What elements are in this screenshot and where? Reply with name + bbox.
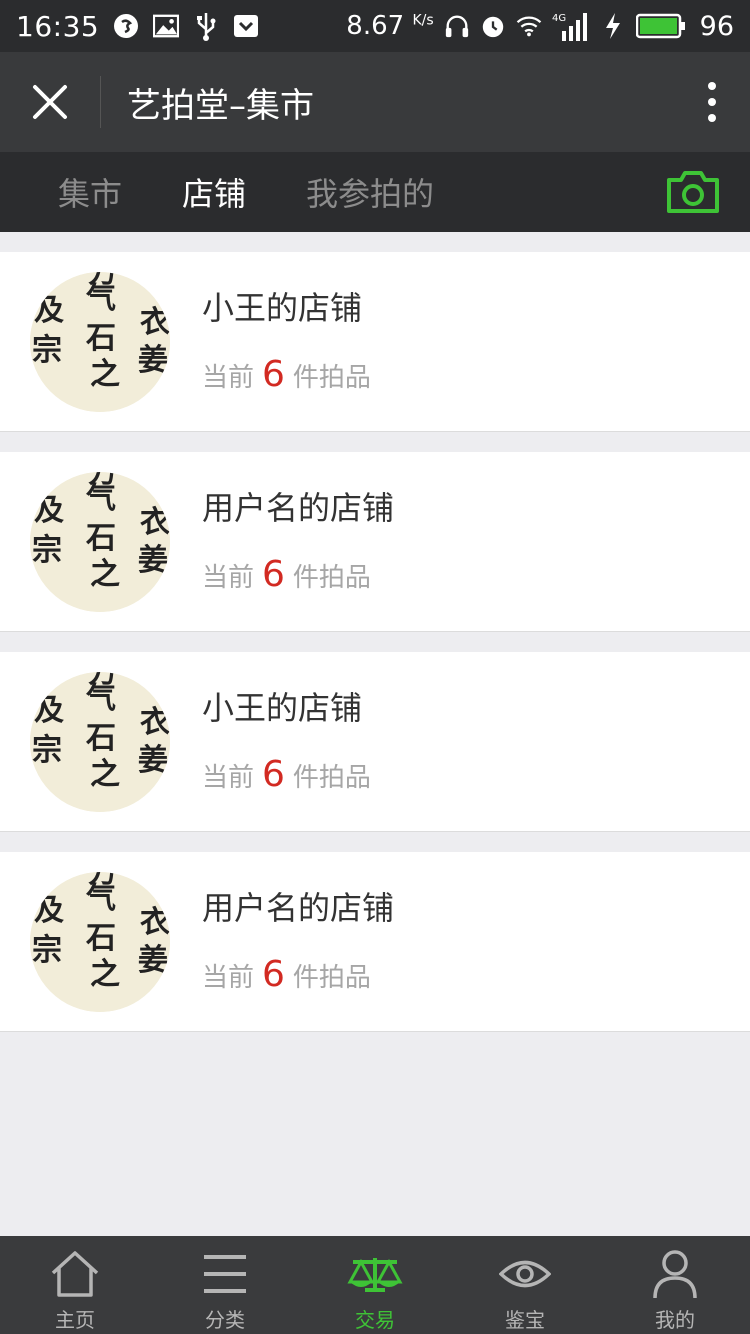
signal-icon: 4G xyxy=(552,13,590,41)
svg-text:4G: 4G xyxy=(552,13,566,24)
nav-trade[interactable]: 交易 xyxy=(300,1236,450,1334)
network-speed: 8.67 K/s xyxy=(346,11,434,41)
shop-item[interactable]: 及宗气石之衣姜方 小王的店铺 当前 6 件拍品 xyxy=(0,252,750,432)
svg-text:及: 及 xyxy=(34,293,64,328)
svg-text:之: 之 xyxy=(90,557,120,592)
nav-category[interactable]: 分类 xyxy=(150,1236,300,1334)
svg-text:宗: 宗 xyxy=(32,533,62,568)
nav-home[interactable]: 主页 xyxy=(0,1236,150,1334)
shop-item[interactable]: 及宗气石之衣姜方 小王的店铺 当前 6 件拍品 xyxy=(0,652,750,832)
page-title: 艺拍堂–集市 xyxy=(127,85,314,126)
tab-market[interactable]: 集市 xyxy=(58,169,122,215)
svg-text:及: 及 xyxy=(34,693,64,728)
status-bar: 16:35 8.67 K/s 4G 96 xyxy=(0,0,750,52)
shop-avatar: 及宗气石之衣姜方 xyxy=(30,271,170,412)
more-vertical-icon xyxy=(708,82,716,122)
shop-list: 及宗气石之衣姜方 小王的店铺 当前 6 件拍品 及宗气石之衣姜方 用户名的店铺 当前… xyxy=(0,252,750,1052)
svg-text:姜: 姜 xyxy=(138,343,168,378)
svg-text:方: 方 xyxy=(88,672,118,690)
close-button[interactable] xyxy=(0,52,100,152)
status-time: 16:35 xyxy=(16,9,100,43)
title-bar: 艺拍堂–集市 xyxy=(0,52,750,152)
svg-text:之: 之 xyxy=(90,757,120,792)
shop-item[interactable]: 及宗气石之衣姜方 用户名的店铺 当前 6 件拍品 xyxy=(0,452,750,632)
svg-text:石: 石 xyxy=(85,321,116,356)
svg-text:衣: 衣 xyxy=(140,305,170,340)
user-icon xyxy=(647,1246,703,1302)
svg-text:之: 之 xyxy=(90,957,120,992)
shop-avatar: 及宗气石之衣姜方 xyxy=(30,871,170,1012)
battery-icon xyxy=(635,13,686,39)
svg-text:宗: 宗 xyxy=(32,933,62,968)
pocket-icon xyxy=(233,13,259,39)
tab-bar: 集市 店铺 我参拍的 xyxy=(0,152,750,232)
shop-name: 用户名的店铺 xyxy=(202,489,395,527)
svg-text:方: 方 xyxy=(88,872,118,890)
headphones-icon xyxy=(444,13,470,39)
home-icon xyxy=(47,1246,103,1302)
svg-text:及: 及 xyxy=(34,893,64,928)
eye-icon xyxy=(497,1246,553,1302)
shop-name: 小王的店铺 xyxy=(202,689,363,727)
svg-text:衣: 衣 xyxy=(140,905,170,940)
svg-text:姜: 姜 xyxy=(138,743,168,778)
svg-text:方: 方 xyxy=(88,272,118,290)
camera-icon xyxy=(667,171,719,213)
svg-text:姜: 姜 xyxy=(138,943,168,978)
svg-text:衣: 衣 xyxy=(140,705,170,740)
svg-text:之: 之 xyxy=(90,357,120,392)
app-notification-icon xyxy=(113,13,139,39)
wifi-icon xyxy=(516,13,542,39)
shop-item-count: 当前 6 件拍品 xyxy=(202,554,371,595)
camera-button[interactable] xyxy=(664,169,722,215)
bottom-nav: 主页 分类 交易 鉴宝 我的 xyxy=(0,1236,750,1334)
shop-avatar: 及宗气石之衣姜方 xyxy=(30,671,170,812)
svg-text:石: 石 xyxy=(85,521,116,556)
svg-text:宗: 宗 xyxy=(32,333,62,368)
svg-text:石: 石 xyxy=(85,921,116,956)
title-divider xyxy=(100,76,101,128)
charging-icon xyxy=(600,13,626,39)
shop-avatar: 及宗气石之衣姜方 xyxy=(30,471,170,612)
more-menu-button[interactable] xyxy=(674,52,750,152)
svg-text:石: 石 xyxy=(85,721,116,756)
shop-item[interactable]: 及宗气石之衣姜方 用户名的店铺 当前 6 件拍品 xyxy=(0,852,750,1032)
nav-appraise[interactable]: 鉴宝 xyxy=(450,1236,600,1334)
usb-icon xyxy=(193,13,219,41)
image-icon xyxy=(153,13,180,39)
alarm-icon xyxy=(480,13,506,39)
nav-mine[interactable]: 我的 xyxy=(600,1236,750,1334)
svg-text:方: 方 xyxy=(88,472,118,490)
shop-item-count: 当前 6 件拍品 xyxy=(202,954,371,995)
tab-shops[interactable]: 店铺 xyxy=(182,169,246,215)
shop-name: 用户名的店铺 xyxy=(202,889,395,927)
tab-my-bids[interactable]: 我参拍的 xyxy=(306,169,434,215)
battery-level: 96 xyxy=(699,10,734,42)
shop-item-count: 当前 6 件拍品 xyxy=(202,754,371,795)
shop-item-count: 当前 6 件拍品 xyxy=(202,354,371,395)
shop-name: 小王的店铺 xyxy=(202,289,363,327)
svg-text:宗: 宗 xyxy=(32,733,62,768)
svg-text:姜: 姜 xyxy=(138,543,168,578)
svg-text:及: 及 xyxy=(34,493,64,528)
close-icon xyxy=(33,85,67,119)
category-icon xyxy=(197,1246,253,1302)
trade-icon xyxy=(347,1246,403,1302)
svg-text:衣: 衣 xyxy=(140,505,170,540)
